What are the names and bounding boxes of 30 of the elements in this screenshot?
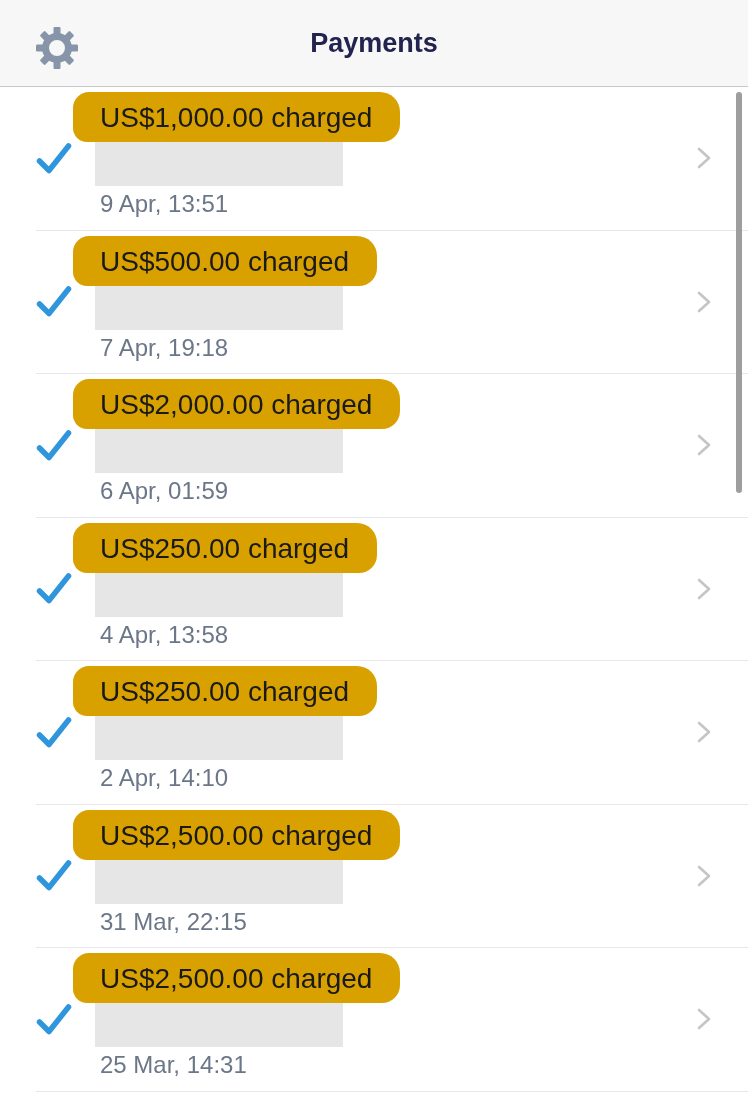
payment-row[interactable]: US$2,000.00 charged 6 Apr, 01:59: [36, 374, 748, 518]
payment-row[interactable]: US$1,000.00 charged 9 Apr, 13:51: [36, 87, 748, 231]
payment-row[interactable]: US$2,500.00 charged 25 Mar, 14:31: [36, 948, 748, 1092]
screen-title: Payments: [310, 27, 438, 60]
payment-date: 31 Mar, 22:15: [100, 906, 247, 937]
payment-date: 9 Apr, 13:51: [100, 189, 229, 219]
highlighted-amount: US$2,500.00 charged: [73, 953, 401, 1003]
highlighted-amount: US$2,500.00 charged: [73, 809, 401, 860]
chevron-right-icon: [697, 147, 711, 170]
payment-date: 6 Apr, 01:59: [100, 476, 229, 506]
chevron-right-icon: [697, 1008, 711, 1031]
highlighted-amount: US$250.00 charged: [73, 666, 378, 716]
chevron-right-icon: [697, 864, 711, 887]
payment-row[interactable]: US$250.00 charged 2 Apr, 14:10: [36, 661, 748, 805]
settings-icon[interactable]: [35, 26, 79, 70]
highlighted-amount: US$500.00 charged: [73, 235, 378, 286]
highlighted-amount: US$1,000.00 charged: [73, 92, 401, 142]
payment-date: 4 Apr, 13:58: [100, 619, 229, 650]
payment-row[interactable]: US$250.00 charged 4 Apr, 13:58: [36, 517, 748, 661]
chevron-right-icon: [697, 577, 711, 600]
chevron-right-icon: [697, 290, 711, 313]
highlighted-amount: US$250.00 charged: [73, 522, 378, 573]
payment-row[interactable]: US$2,500.00 charged 31 Mar, 22:15: [36, 804, 748, 948]
payment-date: 7 Apr, 19:18: [100, 332, 229, 363]
chevron-right-icon: [697, 721, 711, 744]
payment-row[interactable]: US$500.00 charged 7 Apr, 19:18: [36, 230, 748, 374]
chevron-right-icon: [697, 434, 711, 457]
highlighted-amount: US$2,000.00 charged: [73, 379, 401, 429]
payment-date: 25 Mar, 14:31: [100, 1050, 247, 1080]
payment-date: 2 Apr, 14:10: [100, 763, 229, 793]
